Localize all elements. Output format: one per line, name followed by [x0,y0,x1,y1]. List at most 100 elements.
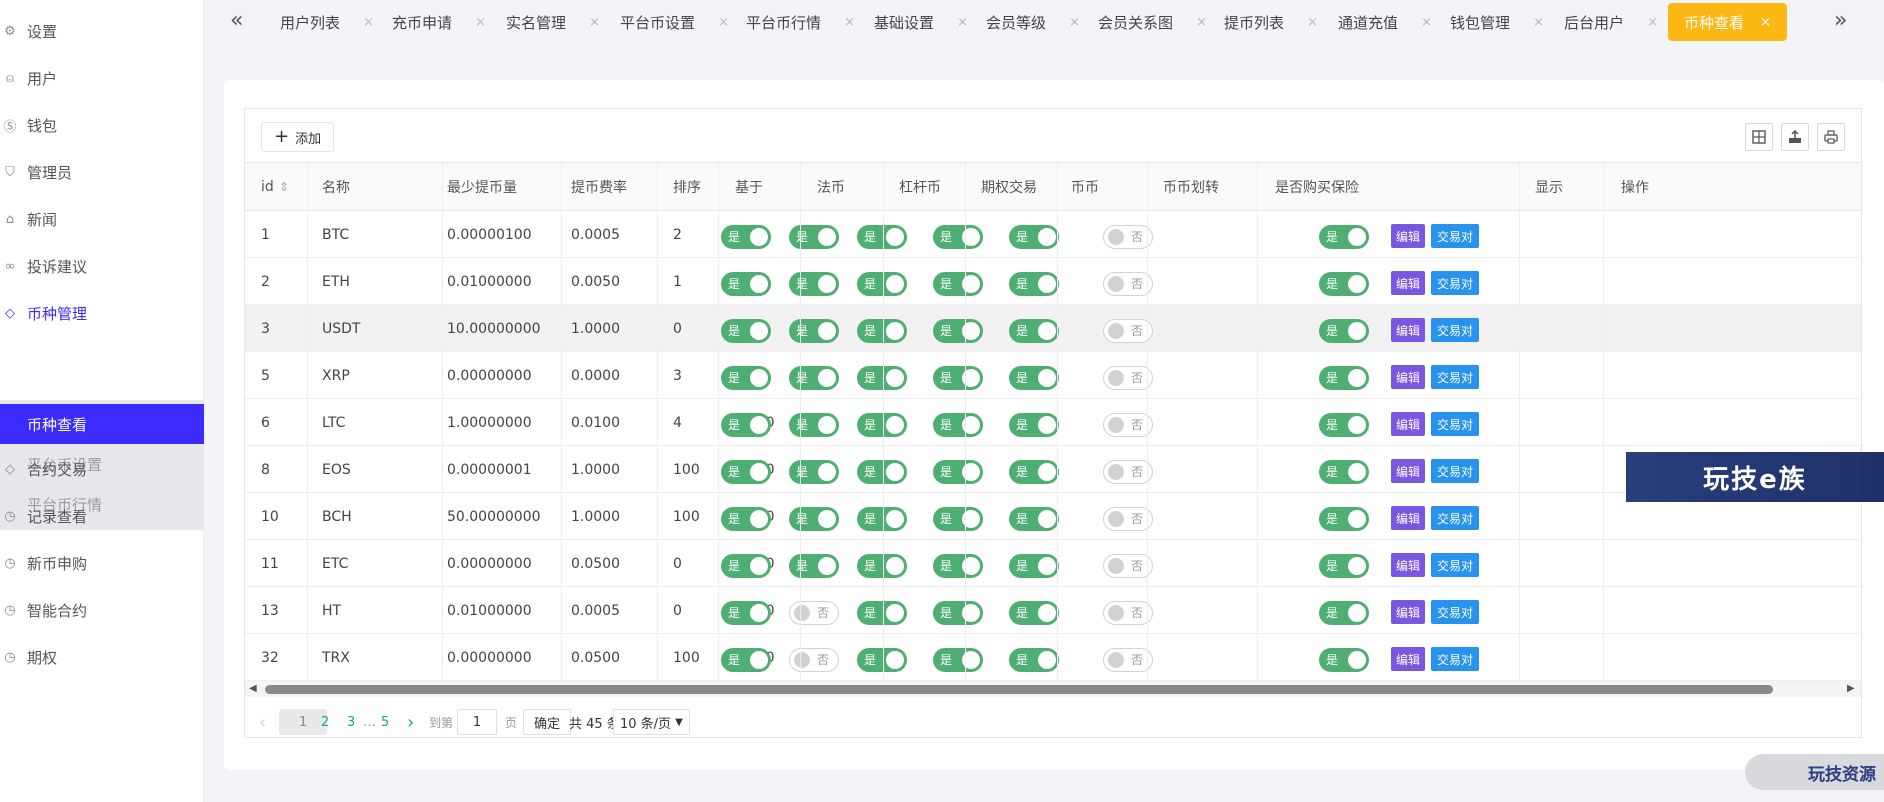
close-icon[interactable]: × [1647,15,1658,30]
sidebar-item[interactable]: ⍝ 用户 [0,58,204,98]
toggle-show[interactable]: 是 [1319,225,1369,249]
trading-pair-button[interactable]: 交易对 [1431,271,1480,295]
toggle-coin[interactable]: 是 [933,225,983,249]
sidebar-item[interactable]: ◇ 币种管理 [0,293,204,333]
columns-icon[interactable] [1745,123,1773,151]
toggle-options[interactable]: 是 [857,366,907,390]
toggle-fiat[interactable]: 是 [721,366,771,390]
edit-button[interactable]: 编辑 [1391,600,1426,624]
toggle-options[interactable]: 是 [857,272,907,296]
trading-pair-button[interactable]: 交易对 [1431,600,1480,624]
edit-button[interactable]: 编辑 [1391,553,1426,577]
toggle-transfer[interactable]: 是 [1009,272,1059,296]
tab[interactable]: 平台币设置 × [620,6,729,38]
toggle-fiat[interactable]: 是 [721,272,771,296]
close-icon[interactable]: × [1760,15,1771,30]
toggle-fiat[interactable]: 是 [721,319,771,343]
toggle-fiat[interactable]: 是 [721,413,771,437]
toggle-transfer[interactable]: 是 [1009,507,1059,531]
toggle-coin[interactable]: 是 [933,507,983,531]
tab[interactable]: 会员关系图 × [1098,6,1207,38]
close-icon[interactable]: × [957,15,968,30]
next-page-icon[interactable]: › [407,709,414,735]
toggle-transfer[interactable]: 是 [1009,366,1059,390]
toggle-coin[interactable]: 是 [933,366,983,390]
toggle-show[interactable]: 是 [1319,413,1369,437]
toggle-coin[interactable]: 是 [933,319,983,343]
trading-pair-button[interactable]: 交易对 [1431,459,1480,483]
tab[interactable]: 基础设置 × [874,6,968,38]
sidebar-item[interactable]: ⛉ 管理员 [0,152,204,192]
toggle-coin[interactable]: 是 [933,601,983,625]
prev-page-icon[interactable]: ‹ [259,709,266,735]
export-icon[interactable] [1781,123,1809,151]
toggle-leverage[interactable]: 是 [789,554,839,578]
page-link[interactable]: 5 [381,709,389,735]
goto-page-input[interactable]: 1 [457,709,497,735]
trading-pair-button[interactable]: 交易对 [1431,647,1480,671]
close-icon[interactable]: × [1196,15,1207,30]
goto-confirm-button[interactable]: 确定 [523,709,572,735]
sidebar-item[interactable]: ◇ 合约交易 [0,449,204,489]
close-icon[interactable]: × [844,15,855,30]
toggle-leverage[interactable]: 否 [789,648,839,672]
close-icon[interactable]: × [718,15,729,30]
sidebar-item[interactable]: Ⓢ 钱包 [0,105,204,145]
toggle-coin[interactable]: 是 [933,460,983,484]
toggle-show[interactable]: 是 [1319,601,1369,625]
sidebar-item[interactable]: ◷ 新币申购 [0,543,204,583]
edit-button[interactable]: 编辑 [1391,506,1426,530]
toggle-transfer[interactable]: 是 [1009,413,1059,437]
toggle-insurance[interactable]: 否 [1103,648,1153,672]
toggle-insurance[interactable]: 否 [1103,507,1153,531]
toggle-transfer[interactable]: 是 [1009,225,1059,249]
toggle-show[interactable]: 是 [1319,507,1369,531]
toggle-fiat[interactable]: 是 [721,225,771,249]
close-icon[interactable]: × [1533,15,1544,30]
toggle-options[interactable]: 是 [857,413,907,437]
tab[interactable]: 用户列表 × [280,6,374,38]
sidebar-subitem[interactable]: 币种查看 [0,404,204,444]
toggle-options[interactable]: 是 [857,225,907,249]
toggle-insurance[interactable]: 否 [1103,413,1153,437]
toggle-coin[interactable]: 是 [933,648,983,672]
sidebar-item[interactable]: ◷ 智能合约 [0,590,204,630]
toggle-leverage[interactable]: 是 [789,319,839,343]
trading-pair-button[interactable]: 交易对 [1431,553,1480,577]
toggle-show[interactable]: 是 [1319,272,1369,296]
toggle-options[interactable]: 是 [857,648,907,672]
tab[interactable]: 实名管理 × [506,6,600,38]
close-icon[interactable]: × [475,15,486,30]
tab[interactable]: 钱包管理 × [1450,6,1544,38]
trading-pair-button[interactable]: 交易对 [1431,506,1480,530]
toggle-show[interactable]: 是 [1319,554,1369,578]
toggle-leverage[interactable]: 是 [789,460,839,484]
sidebar-item[interactable]: ∞ 投诉建议 [0,246,204,286]
close-icon[interactable]: × [1069,15,1080,30]
toggle-show[interactable]: 是 [1319,366,1369,390]
toggle-options[interactable]: 是 [857,507,907,531]
page-link[interactable]: 2 [321,709,329,735]
close-icon[interactable]: × [589,15,600,30]
sidebar-item[interactable]: ⌂ 新闻 [0,199,204,239]
toggle-insurance[interactable]: 否 [1103,601,1153,625]
toggle-options[interactable]: 是 [857,460,907,484]
edit-button[interactable]: 编辑 [1391,271,1426,295]
toggle-options[interactable]: 是 [857,601,907,625]
sort-icon[interactable]: ⇕ [279,163,289,211]
toggle-show[interactable]: 是 [1319,319,1369,343]
toggle-show[interactable]: 是 [1319,460,1369,484]
toggle-insurance[interactable]: 否 [1103,319,1153,343]
sidebar-item[interactable]: ⚙ 设置 [0,11,204,51]
page-link[interactable]: 3 [347,709,355,735]
tab[interactable]: 通道充值 × [1338,6,1432,38]
sidebar-item[interactable]: ◷ 期权 [0,637,204,677]
toggle-leverage[interactable]: 否 [789,601,839,625]
tab[interactable]: 后台用户 × [1564,6,1658,38]
print-icon[interactable] [1817,123,1845,151]
edit-button[interactable]: 编辑 [1391,412,1426,436]
toggle-leverage[interactable]: 是 [789,366,839,390]
close-icon[interactable]: × [363,15,374,30]
toggle-coin[interactable]: 是 [933,272,983,296]
horizontal-scrollbar[interactable]: ◀ ▶ [245,681,1861,697]
